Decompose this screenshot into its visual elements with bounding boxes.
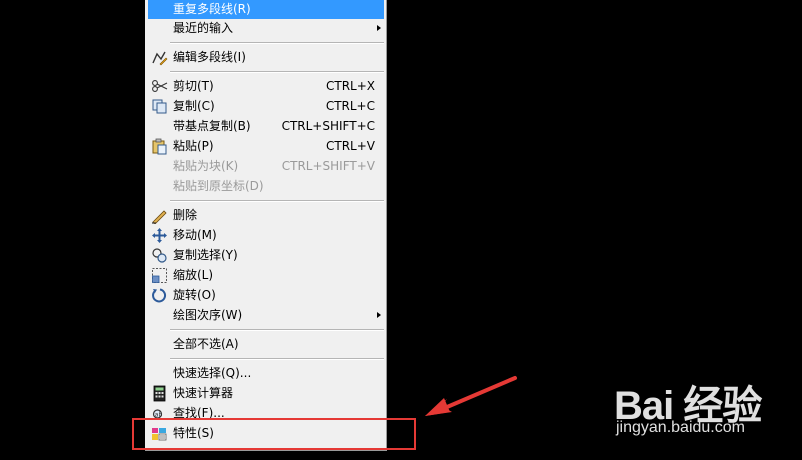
baidu-jingyan-watermark: Bai 经验 jingyan.baidu.com [614, 373, 802, 453]
watermark-url: jingyan.baidu.com [616, 419, 745, 436]
annotation-highlight-box [132, 418, 416, 450]
